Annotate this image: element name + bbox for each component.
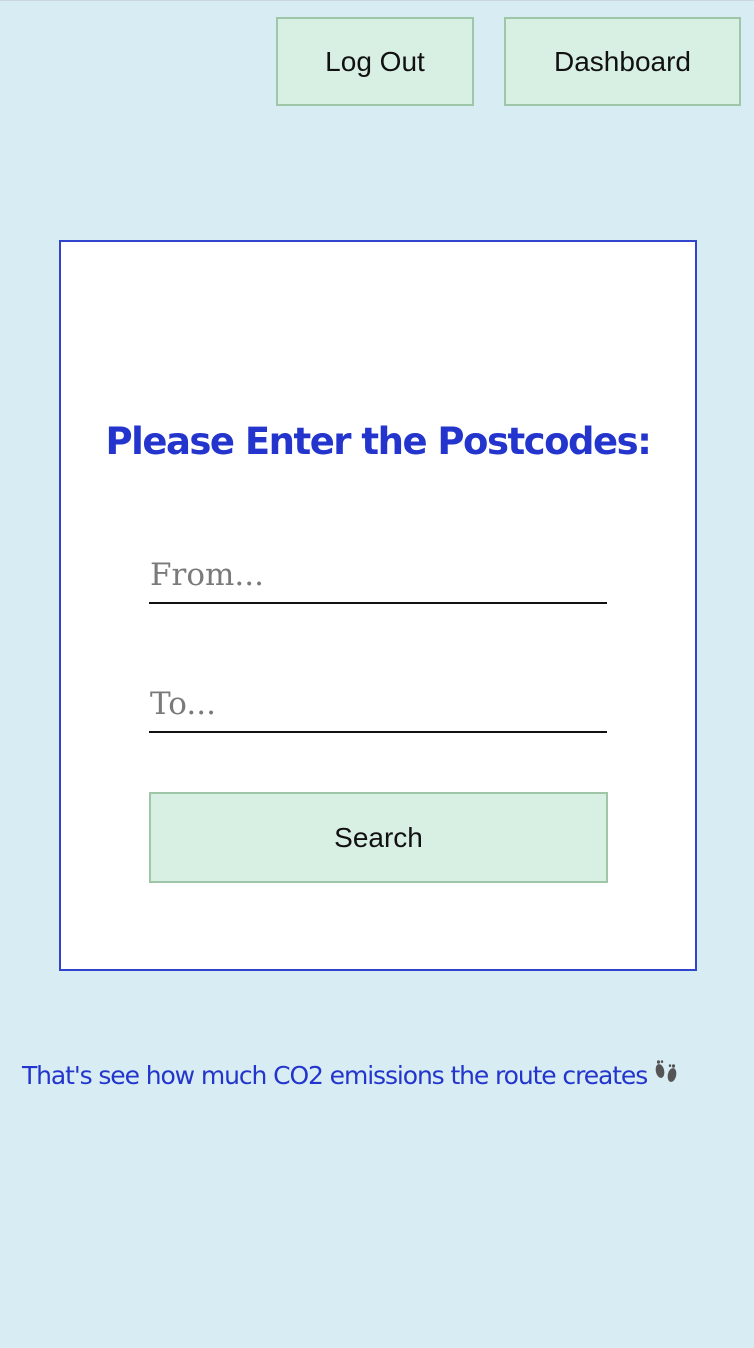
to-postcode-input[interactable] — [149, 677, 607, 733]
form-title: Please Enter the Postcodes: — [105, 420, 652, 463]
from-postcode-input[interactable] — [149, 548, 607, 604]
tagline: That's see how much CO2 emissions the ro… — [22, 1058, 681, 1090]
log-out-button[interactable]: Log Out — [276, 17, 474, 106]
postcode-form-card: Please Enter the Postcodes: Search — [59, 240, 697, 971]
top-divider — [0, 0, 754, 1]
search-button[interactable]: Search — [149, 792, 608, 883]
tagline-text: That's see how much CO2 emissions the ro… — [22, 1061, 648, 1090]
footprints-icon — [651, 1058, 681, 1088]
dashboard-button[interactable]: Dashboard — [504, 17, 741, 106]
